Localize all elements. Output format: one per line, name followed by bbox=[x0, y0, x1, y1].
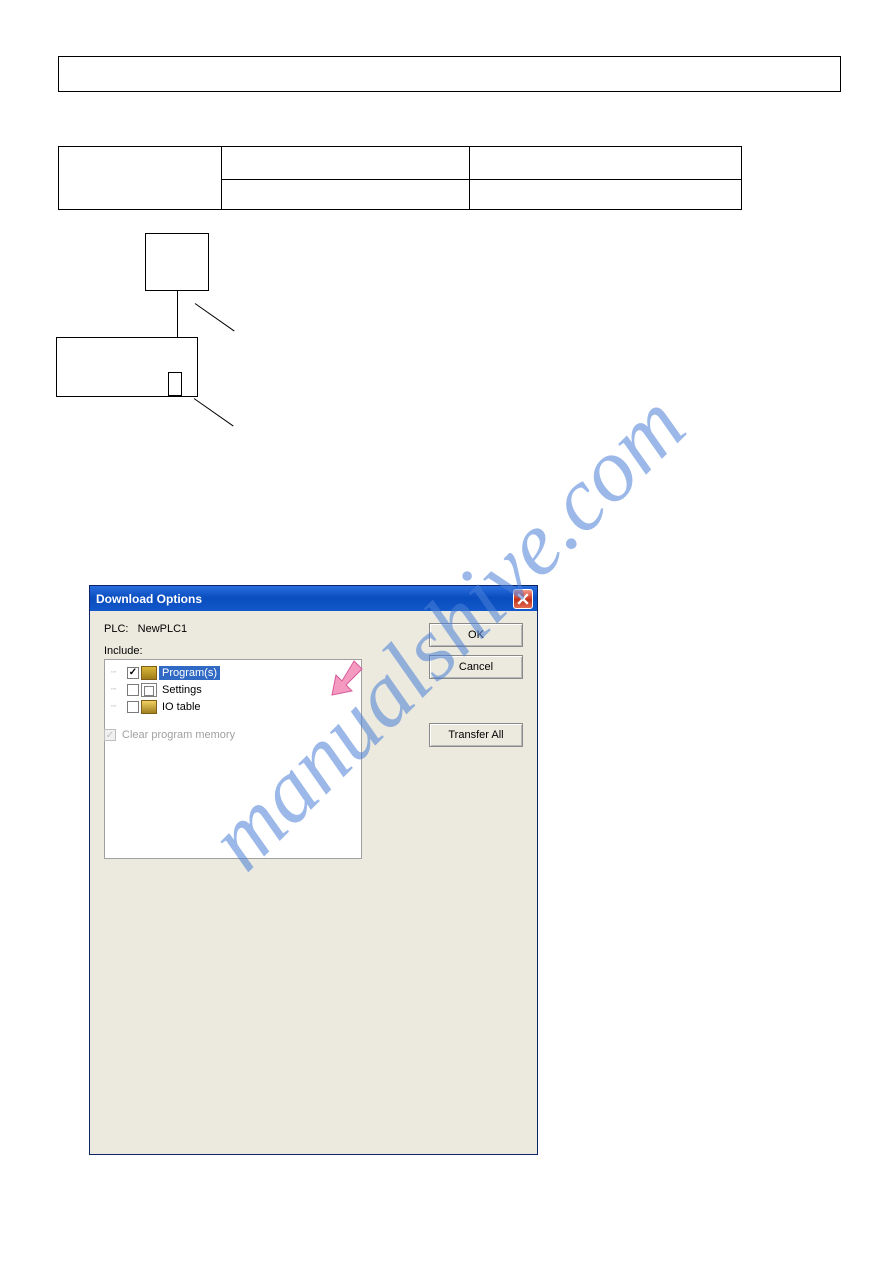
diagram-connector bbox=[177, 291, 178, 337]
tree-item-settings[interactable]: ┈ Settings bbox=[111, 681, 355, 698]
clear-memory-label: Clear program memory bbox=[122, 729, 235, 741]
tree-item-programs[interactable]: ┈ Program(s) bbox=[111, 664, 355, 681]
diagram-small-box bbox=[168, 372, 182, 396]
dialog-title: Download Options bbox=[96, 592, 513, 606]
plc-label: PLC: bbox=[104, 623, 128, 635]
checkbox-clear-memory bbox=[104, 729, 116, 741]
diagram-arrow-2 bbox=[194, 398, 234, 426]
pink-callout-arrow-icon bbox=[324, 659, 364, 699]
transfer-all-button[interactable]: Transfer All bbox=[429, 723, 523, 747]
tree-connector-icon: ┈ bbox=[111, 667, 125, 678]
dialog-titlebar[interactable]: Download Options bbox=[90, 586, 537, 611]
settings-icon bbox=[141, 683, 157, 697]
checkbox-programs[interactable] bbox=[127, 667, 139, 679]
tree-connector-icon: ┈ bbox=[111, 701, 125, 712]
cancel-button[interactable]: Cancel bbox=[429, 655, 523, 679]
plc-value: NewPLC1 bbox=[138, 623, 188, 635]
empty-header-box bbox=[58, 56, 841, 92]
diagram-box-top bbox=[145, 233, 209, 291]
table-frame bbox=[58, 146, 742, 210]
io-table-icon bbox=[141, 700, 157, 714]
tree-item-io-table[interactable]: ┈ IO table bbox=[111, 698, 355, 715]
tree-connector-icon: ┈ bbox=[111, 684, 125, 695]
ok-button[interactable]: OK bbox=[429, 623, 523, 647]
checkbox-settings[interactable] bbox=[127, 684, 139, 696]
close-icon bbox=[517, 593, 529, 605]
diagram-arrow-1 bbox=[195, 303, 235, 331]
tree-label-settings: Settings bbox=[159, 683, 205, 697]
programs-icon bbox=[141, 666, 157, 680]
download-options-dialog: Download Options PLC: NewPLC1 Include: ┈… bbox=[89, 585, 538, 1155]
checkbox-io-table[interactable] bbox=[127, 701, 139, 713]
clear-program-memory-row: Clear program memory bbox=[104, 729, 235, 741]
tree-label-io-table: IO table bbox=[159, 700, 204, 714]
close-button[interactable] bbox=[513, 589, 533, 609]
tree-label-programs: Program(s) bbox=[159, 666, 220, 680]
